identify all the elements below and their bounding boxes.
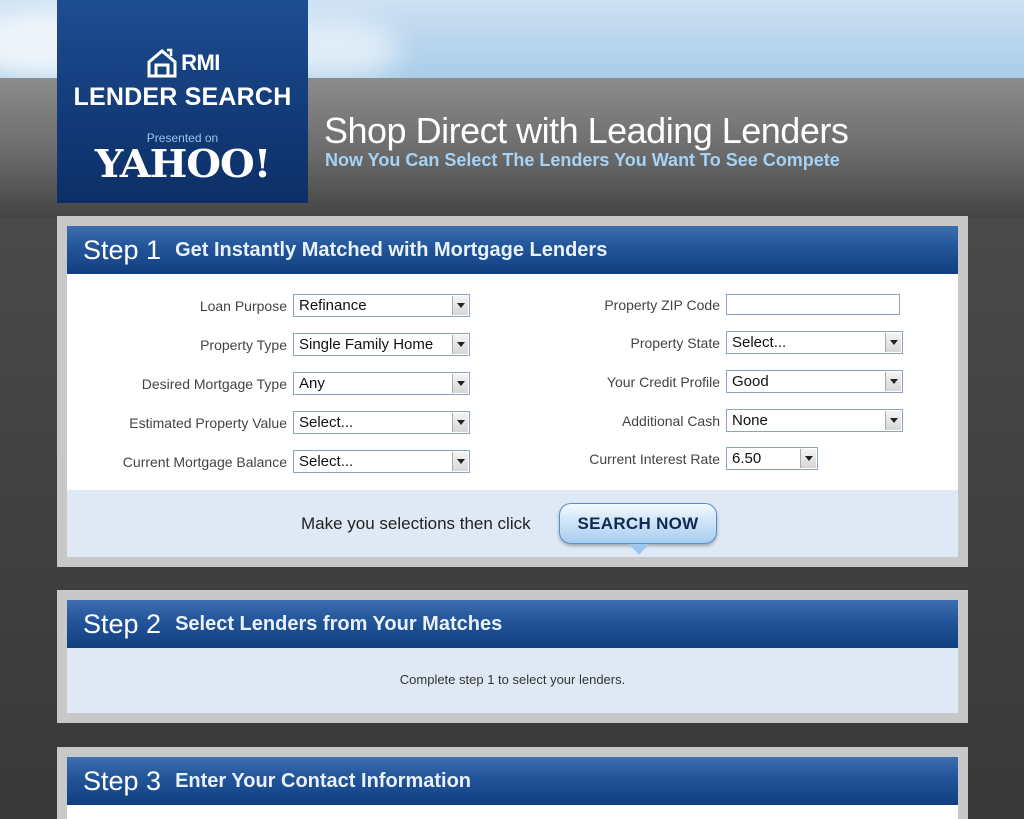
mortgage-type-label: Desired Mortgage Type [141, 375, 287, 392]
step3-title: Enter Your Contact Information [175, 769, 471, 792]
chevron-down-icon [452, 296, 468, 315]
search-form: Loan Purpose Refinance Property Type Sin… [67, 274, 958, 490]
property-type-row: Property Type Single Family Home [67, 333, 470, 356]
zip-code-label: Property ZIP Code [604, 296, 720, 313]
property-type-label: Property Type [200, 336, 287, 353]
step3-header: Step 3 Enter Your Contact Information [67, 757, 958, 805]
additional-cash-row: Additional Cash None [570, 409, 903, 432]
chevron-down-icon [885, 411, 901, 430]
rmi-logo-text: RMI [181, 50, 220, 75]
additional-cash-label: Additional Cash [621, 412, 720, 429]
rmi-logo: RMI [57, 46, 308, 80]
mortgage-balance-select[interactable]: Select... [293, 450, 470, 473]
page-headline: Shop Direct with Leading Lenders [324, 110, 849, 151]
property-state-label: Property State [630, 334, 721, 351]
interest-rate-row: Current Interest Rate 6.50 [570, 447, 818, 470]
page-subheadline: Now You Can Select The Lenders You Want … [325, 150, 840, 170]
step2-panel: Step 2 Select Lenders from Your Matches … [57, 590, 968, 723]
product-name: LENDER SEARCH [73, 83, 292, 111]
mortgage-type-select[interactable]: Any [293, 372, 470, 395]
credit-profile-select[interactable]: Good [726, 370, 903, 393]
search-prompt: Make you selections then click [301, 514, 531, 533]
step1-panel: Step 1 Get Instantly Matched with Mortga… [57, 216, 968, 567]
property-value-select[interactable]: Select... [293, 411, 470, 434]
step3-number: Step 3 [83, 765, 162, 796]
mortgage-balance-row: Current Mortgage Balance Select... [67, 450, 470, 473]
interest-rate-select[interactable]: 6.50 [726, 447, 818, 470]
loan-purpose-select[interactable]: Refinance [293, 294, 470, 317]
step2-header: Step 2 Select Lenders from Your Matches [67, 600, 958, 648]
credit-profile-label: Your Credit Profile [606, 373, 720, 390]
chevron-down-icon [452, 374, 468, 393]
mortgage-type-row: Desired Mortgage Type Any [67, 372, 470, 395]
step2-number: Step 2 [83, 608, 162, 639]
step1-title: Get Instantly Matched with Mortgage Lend… [175, 238, 608, 261]
step3-panel: Step 3 Enter Your Contact Information [57, 747, 968, 819]
interest-rate-label: Current Interest Rate [589, 450, 720, 467]
credit-profile-row: Your Credit Profile Good [570, 370, 903, 393]
step1-header: Step 1 Get Instantly Matched with Mortga… [67, 226, 958, 274]
mortgage-balance-label: Current Mortgage Balance [122, 453, 287, 470]
chevron-down-icon [452, 335, 468, 354]
search-bar: Make you selections then click SEARCH NO… [67, 490, 958, 557]
step2-message: Complete step 1 to select your lenders. [399, 672, 626, 687]
house-icon [147, 48, 177, 78]
additional-cash-select[interactable]: None [726, 409, 903, 432]
property-value-row: Estimated Property Value Select... [67, 411, 470, 434]
property-type-select[interactable]: Single Family Home [293, 333, 470, 356]
zip-code-input[interactable] [726, 294, 900, 315]
zip-code-row: Property ZIP Code [570, 294, 900, 315]
chevron-down-icon [452, 413, 468, 432]
property-state-select[interactable]: Select... [726, 331, 903, 354]
property-value-label: Estimated Property Value [129, 414, 287, 431]
logo-box[interactable]: RMI LENDER SEARCH Presented on YAHOO! [57, 0, 308, 203]
chevron-down-icon [885, 372, 901, 391]
chevron-down-icon [800, 449, 816, 468]
search-now-button[interactable]: SEARCH NOW [559, 503, 717, 544]
chevron-down-icon [885, 333, 901, 352]
chevron-down-icon [452, 452, 468, 471]
button-pointer [629, 544, 649, 555]
step1-number: Step 1 [83, 234, 162, 265]
property-state-row: Property State Select... [570, 331, 903, 354]
loan-purpose-label: Loan Purpose [199, 297, 287, 314]
step2-title: Select Lenders from Your Matches [175, 612, 503, 635]
loan-purpose-row: Loan Purpose Refinance [67, 294, 470, 317]
partner-logo: YAHOO! [94, 141, 271, 186]
